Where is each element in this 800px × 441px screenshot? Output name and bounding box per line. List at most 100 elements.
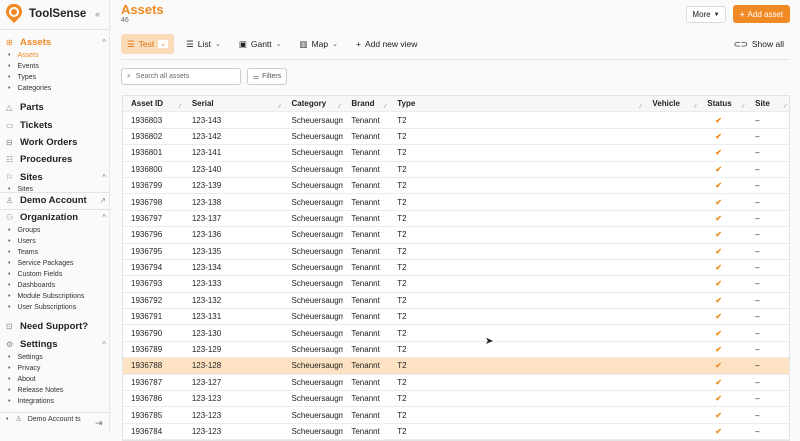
chevron-up-icon[interactable]: ^ <box>102 173 106 182</box>
category-cell: Scheuersaugm <box>291 328 344 338</box>
site-cell: – <box>755 328 760 338</box>
sidebar-subitem[interactable]: Groups <box>8 227 40 234</box>
site-cell: – <box>755 246 760 256</box>
sidebar-subitem-categories[interactable]: Categories <box>8 85 51 92</box>
status-check-icon: ✔ <box>715 213 722 223</box>
type-cell: T2 <box>397 361 407 371</box>
asset-id-cell: 1936793 <box>131 279 163 289</box>
user-account[interactable]: ♙ Demo Account ts <box>6 415 80 424</box>
sidebar-subitem[interactable]: User Subscriptions <box>8 304 76 311</box>
sidebar-item-procedures[interactable]: ☷ Procedures <box>6 154 106 165</box>
logout-icon[interactable]: ⇥ <box>95 418 103 429</box>
column-header[interactable]: Site <box>747 96 789 111</box>
column-header[interactable]: Status <box>699 96 747 111</box>
table-row[interactable]: 1936784 123-123 Scheuersaugm Tenannt T2 ✔ – <box>123 424 789 441</box>
sidebar-subitem[interactable]: Module Subscriptions <box>8 293 84 300</box>
sidebar-item-organization[interactable]: ⚇ Organization ^ <box>6 212 106 223</box>
collapse-sidebar-icon[interactable]: « <box>95 9 100 19</box>
table-row[interactable]: 1936794 123-134 Scheuersaugm Tenannt T2 ✔ – <box>123 260 789 277</box>
vehicle-cell <box>644 375 699 390</box>
column-header[interactable]: Vehicle <box>644 96 699 111</box>
checklist-icon: ☷ <box>6 155 14 164</box>
main-content: Assets 46 More ▼ + Add asset ☰ Test ⌄ ☰ List ⌄… <box>115 0 800 441</box>
sidebar-subitem-types[interactable]: Types <box>8 74 36 81</box>
sidebar-item-settings[interactable]: ⚙ Settings ^ <box>6 339 106 350</box>
tab-gantt[interactable]: ▣ Gantt ⌄ <box>233 34 288 54</box>
asset-id-cell: 1936790 <box>131 328 163 338</box>
chevron-down-icon[interactable]: ⌄ <box>276 40 282 48</box>
sidebar-subitem[interactable]: Service Packages <box>8 260 73 267</box>
sidebar-subitem[interactable]: Dashboards <box>8 282 55 289</box>
column-header[interactable]: Type <box>389 96 644 111</box>
chevron-down-icon[interactable]: ⌄ <box>332 40 338 48</box>
search-input[interactable]: ⌕ Search all assets <box>121 68 241 85</box>
vehicle-cell <box>644 244 699 259</box>
chevron-down-icon[interactable]: ⌄ <box>215 40 221 48</box>
toolsense-logo-icon <box>6 4 22 23</box>
table-row[interactable]: 1936803 123-143 Scheuersaugm Tenannt T2 ✔ – <box>123 112 789 129</box>
sidebar-subitem-assets[interactable]: Assets <box>8 52 38 59</box>
table-row[interactable]: 1936799 123-139 Scheuersaugm Tenannt T2 ✔ – <box>123 178 789 195</box>
table-row[interactable]: 1936793 123-133 Scheuersaugm Tenannt T2 ✔ – <box>123 276 789 293</box>
table-row[interactable]: 1936798 123-138 Scheuersaugm Tenannt T2 ✔ – <box>123 194 789 211</box>
table-row[interactable]: 1936792 123-132 Scheuersaugm Tenannt T2 ✔ – <box>123 293 789 310</box>
sidebar-subitem-events[interactable]: Events <box>8 63 38 70</box>
category-cell: Scheuersaugm <box>291 131 344 141</box>
table-row[interactable]: 1936802 123-142 Scheuersaugm Tenannt T2 ✔ – <box>123 129 789 146</box>
table-row[interactable]: 1936800 123-140 Scheuersaugm Tenannt T2 ✔ – <box>123 162 789 178</box>
table-row[interactable]: 1936785 123-123 Scheuersaugm Tenannt T2 ✔ – <box>123 407 789 424</box>
show-all-toggle[interactable]: ⊂⊃ Show all <box>734 39 784 50</box>
sidebar-item-parts[interactable]: △ Parts <box>6 102 106 113</box>
sidebar-subitem[interactable]: Release Notes <box>8 387 63 394</box>
table-row[interactable]: 1936786 123-123 Scheuersaugm Tenannt T2 ✔ – <box>123 391 789 408</box>
column-header[interactable]: Serial <box>184 96 284 111</box>
filters-button[interactable]: ⚌ Filters <box>247 68 287 85</box>
chevron-up-icon[interactable]: ^ <box>102 213 106 222</box>
sidebar-subitem[interactable]: Privacy <box>8 365 40 372</box>
sidebar-item-demo-account[interactable]: ♙ Demo Account ↗ <box>6 195 106 206</box>
table-row[interactable]: 1936795 123-135 Scheuersaugm Tenannt T2 ✔ – <box>123 244 789 260</box>
table-row[interactable]: 1936791 123-131 Scheuersaugm Tenannt T2 ✔ – <box>123 309 789 326</box>
table-row[interactable]: 1936789 123-129 Scheuersaugm Tenannt T2 ✔ – <box>123 342 789 359</box>
vehicle-cell <box>644 293 699 308</box>
serial-cell: 123-142 <box>191 131 222 141</box>
column-header[interactable]: Brand <box>343 96 389 111</box>
tab-map[interactable]: ▥ Map ⌄ <box>294 34 344 54</box>
category-cell: Scheuersaugm <box>291 377 344 387</box>
category-cell: Scheuersaugm <box>291 246 344 256</box>
label: Work Orders <box>20 137 78 148</box>
table-row[interactable]: 1936801 123-141 Scheuersaugm Tenannt T2 ✔ – <box>123 145 789 162</box>
vehicle-cell <box>644 391 699 406</box>
table-row[interactable]: 1936797 123-137 Scheuersaugm Tenannt T2 ✔ – <box>123 211 789 228</box>
chevron-up-icon[interactable]: ^ <box>102 38 106 47</box>
sidebar-subitem[interactable]: Settings <box>8 354 42 361</box>
eye-icon: ⊂⊃ <box>733 39 748 49</box>
chevron-down-icon[interactable]: ⌄ <box>158 40 169 48</box>
table-row[interactable]: 1936788 123-128 Scheuersaugm Tenannt T2 ✔ – <box>123 358 789 375</box>
brand-cell: Tenannt <box>351 181 380 191</box>
sidebar-item-tickets[interactable]: ▭ Tickets <box>6 120 106 131</box>
table-row[interactable]: 1936790 123-130 Scheuersaugm Tenannt T2 ✔ – <box>123 325 789 342</box>
sidebar-subitem[interactable]: Users <box>8 238 35 245</box>
more-button[interactable]: More ▼ <box>686 6 726 23</box>
sidebar-subitem[interactable]: Custom Fields <box>8 271 62 278</box>
more-label: More <box>692 10 711 19</box>
sidebar-item-sites[interactable]: ⚐ Sites ^ <box>6 172 106 183</box>
sidebar-subitem[interactable]: Teams <box>8 249 38 256</box>
column-header[interactable]: Asset ID <box>123 96 184 111</box>
serial-cell: 123-137 <box>191 213 222 223</box>
sidebar-item-assets[interactable]: ⊞ Assets ^ <box>6 37 106 48</box>
sidebar-item-work-orders[interactable]: ⊟ Work Orders <box>6 137 106 148</box>
table-row[interactable]: 1936787 123-127 Scheuersaugm Tenannt T2 ✔ – <box>123 375 789 392</box>
sidebar-item-need-support[interactable]: ⊡ Need Support? <box>6 321 106 332</box>
sidebar-subitem[interactable]: About <box>8 376 35 383</box>
tab-test[interactable]: ☰ Test ⌄ <box>121 34 175 54</box>
chevron-up-icon[interactable]: ^ <box>102 340 106 349</box>
sidebar-subitem[interactable]: Integrations <box>8 398 54 405</box>
tab-list[interactable]: ☰ List ⌄ <box>180 34 227 54</box>
type-cell: T2 <box>397 410 407 420</box>
column-header[interactable]: Category <box>284 96 344 111</box>
add-new-view-button[interactable]: + Add new view <box>350 34 423 54</box>
table-row[interactable]: 1936796 123-136 Scheuersaugm Tenannt T2 ✔ – <box>123 227 789 244</box>
add-asset-button[interactable]: + Add asset <box>733 5 790 23</box>
